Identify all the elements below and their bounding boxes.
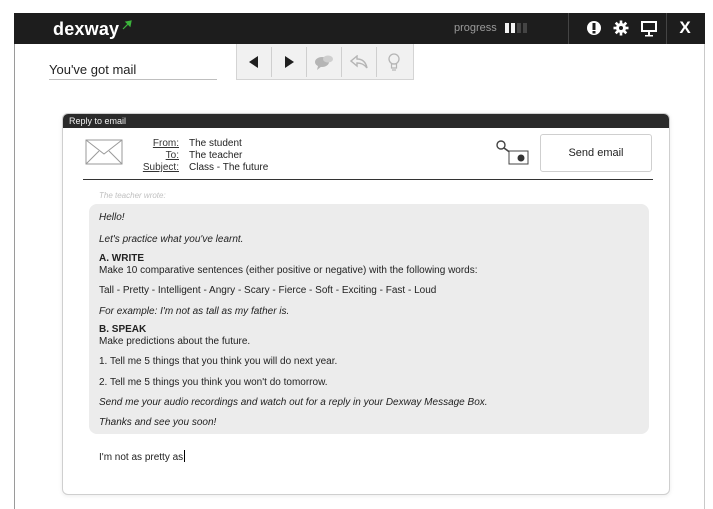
email-card: Reply to email From: The student To: The… bbox=[62, 113, 670, 495]
to-label: To: bbox=[165, 150, 179, 161]
microphone-attach-icon[interactable] bbox=[493, 139, 529, 165]
message-line: Hello! bbox=[99, 212, 125, 223]
progress-segment bbox=[517, 23, 521, 33]
section-heading: B. SPEAK bbox=[99, 324, 147, 335]
message-line: 2. Tell me 5 things you think you won't … bbox=[99, 377, 328, 388]
lightbulb-icon[interactable] bbox=[377, 44, 411, 80]
screen-icon[interactable] bbox=[638, 17, 660, 39]
from-value: The student bbox=[189, 138, 242, 149]
chat-icon[interactable] bbox=[307, 44, 341, 80]
progress-segment bbox=[511, 23, 515, 33]
progress-segment bbox=[505, 23, 509, 33]
header-divider bbox=[83, 179, 653, 180]
quoted-message: Hello! Let's practice what you've learnt… bbox=[89, 204, 649, 434]
envelope-icon bbox=[85, 139, 123, 165]
message-line: Let's practice what you've learnt. bbox=[99, 234, 244, 245]
activity-toolbar bbox=[236, 44, 414, 80]
subject-value: Class - The future bbox=[189, 162, 269, 173]
progress-bar bbox=[505, 23, 531, 33]
message-line: For example: I'm not as tall as my fathe… bbox=[99, 306, 290, 317]
page-title: You've got mail bbox=[49, 62, 137, 77]
progress-segment bbox=[523, 23, 527, 33]
from-label: From: bbox=[152, 138, 179, 149]
message-line: Tall - Pretty - Intelligent - Angry - Sc… bbox=[99, 285, 437, 296]
reply-textarea[interactable]: I'm not as pretty as bbox=[99, 450, 186, 463]
send-email-button[interactable]: Send email bbox=[540, 134, 652, 172]
top-bar: dexway progress X bbox=[14, 13, 705, 44]
toolbar-divider bbox=[568, 13, 569, 44]
teacher-wrote-label: The teacher wrote: bbox=[99, 191, 166, 200]
message-line: Make predictions about the future. bbox=[99, 336, 251, 347]
frame-left-border bbox=[14, 44, 15, 509]
info-icon[interactable] bbox=[583, 17, 605, 39]
section-heading: A. WRITE bbox=[99, 253, 144, 264]
text-cursor bbox=[184, 450, 186, 462]
frame-right-border bbox=[704, 44, 705, 509]
close-icon[interactable]: X bbox=[674, 17, 696, 39]
progress-label: progress bbox=[454, 22, 497, 34]
reply-text: I'm not as pretty as bbox=[99, 452, 184, 463]
logo-arrow-icon bbox=[122, 20, 132, 30]
next-arrow-icon[interactable] bbox=[272, 44, 306, 80]
message-line: Thanks and see you soon! bbox=[99, 417, 217, 428]
message-line: 1. Tell me 5 things that you think you w… bbox=[99, 356, 338, 367]
title-underline bbox=[49, 79, 217, 80]
settings-icon[interactable] bbox=[610, 17, 632, 39]
to-value: The teacher bbox=[189, 150, 243, 161]
card-header: Reply to email bbox=[63, 114, 669, 128]
message-line: Make 10 comparative sentences (either po… bbox=[99, 265, 478, 276]
subject-label: Subject: bbox=[142, 162, 179, 173]
prev-arrow-icon[interactable] bbox=[237, 44, 271, 80]
message-line: Send me your audio recordings and watch … bbox=[99, 397, 488, 408]
reply-icon[interactable] bbox=[342, 44, 376, 80]
app-logo: dexway bbox=[53, 19, 120, 39]
toolbar-divider bbox=[666, 13, 667, 44]
